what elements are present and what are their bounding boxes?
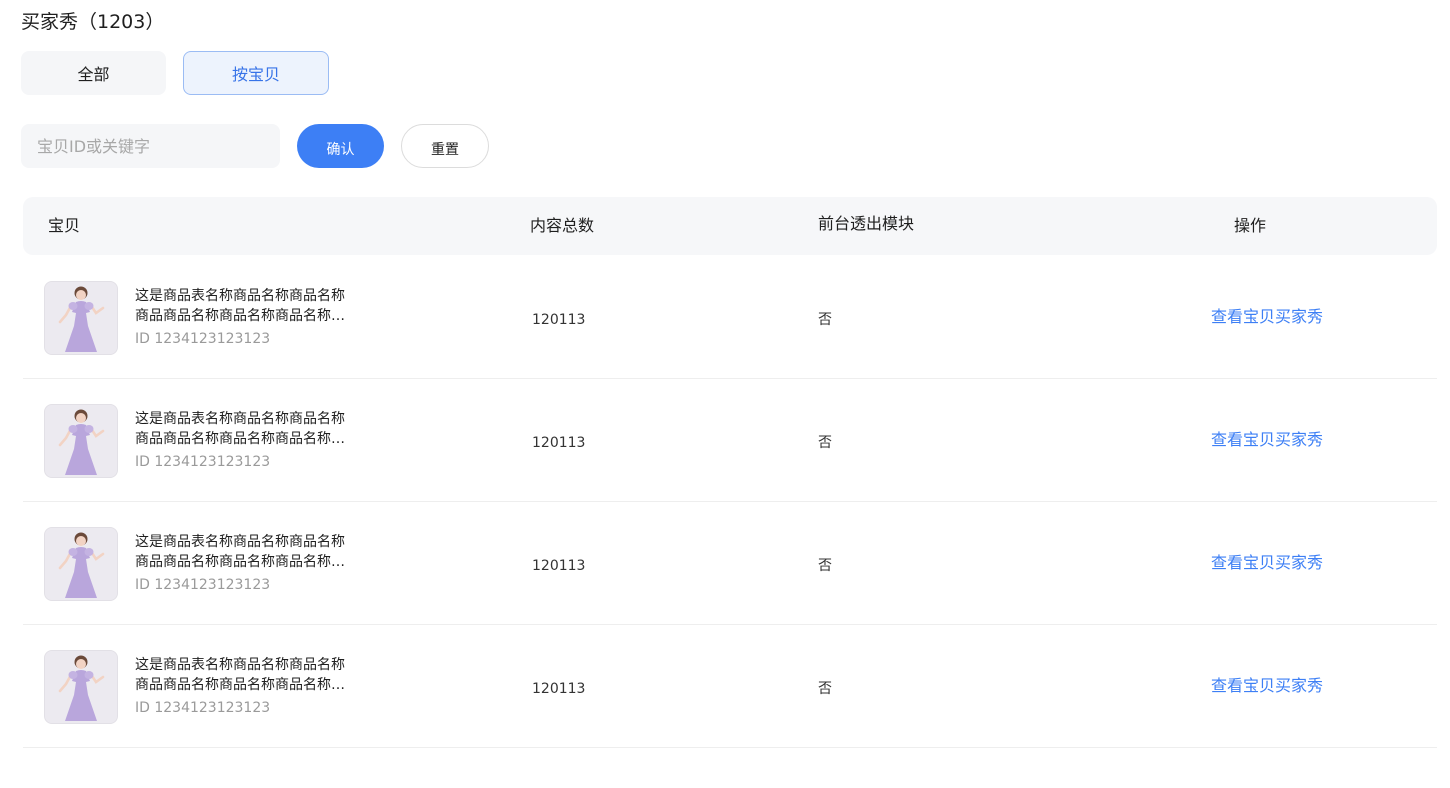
- frontend-module-status: 否: [818, 681, 832, 697]
- page-title: 买家秀（1203）: [21, 11, 165, 33]
- frontend-module-status: 否: [818, 558, 832, 574]
- view-buyer-show-link[interactable]: 查看宝贝买家秀: [1211, 306, 1323, 328]
- table-row: 这是商品表名称商品名称商品名称商品商品名称商品名称商品名称商品名称 ID 123…: [23, 625, 1437, 748]
- tab-by-item[interactable]: 按宝贝: [183, 51, 329, 95]
- view-buyer-show-link[interactable]: 查看宝贝买家秀: [1211, 675, 1323, 697]
- product-thumbnail[interactable]: [44, 527, 118, 601]
- view-buyer-show-link[interactable]: 查看宝贝买家秀: [1211, 552, 1323, 574]
- content-count: 120113: [532, 312, 586, 328]
- column-header-action: 操作: [1234, 216, 1267, 235]
- dress-model-icon: [45, 651, 117, 723]
- product-id: ID 1234123123123: [135, 331, 271, 347]
- product-thumbnail[interactable]: [44, 281, 118, 355]
- table-row: 这是商品表名称商品名称商品名称商品商品名称商品名称商品名称商品名称 ID 123…: [23, 256, 1437, 379]
- content-count: 120113: [532, 681, 586, 697]
- dress-model-icon: [45, 528, 117, 600]
- product-name: 这是商品表名称商品名称商品名称商品商品名称商品名称商品名称商品名称: [135, 411, 345, 447]
- content-count: 120113: [532, 435, 586, 451]
- column-header-module: 前台透出模块: [818, 214, 915, 233]
- table-header: 宝贝 内容总数 前台透出模块 操作: [23, 197, 1437, 255]
- product-id: ID 1234123123123: [135, 577, 271, 593]
- product-thumbnail[interactable]: [44, 404, 118, 478]
- dress-model-icon: [45, 405, 117, 477]
- table-row: 这是商品表名称商品名称商品名称商品商品名称商品名称商品名称商品名称 ID 123…: [23, 502, 1437, 625]
- product-id: ID 1234123123123: [135, 454, 271, 470]
- product-id: ID 1234123123123: [135, 700, 271, 716]
- product-thumbnail[interactable]: [44, 650, 118, 724]
- product-name: 这是商品表名称商品名称商品名称商品商品名称商品名称商品名称商品名称: [135, 534, 345, 570]
- confirm-button[interactable]: 确认: [297, 124, 384, 168]
- frontend-module-status: 否: [818, 435, 832, 451]
- search-input[interactable]: [21, 124, 280, 168]
- view-buyer-show-link[interactable]: 查看宝贝买家秀: [1211, 429, 1323, 451]
- content-count: 120113: [532, 558, 586, 574]
- frontend-module-status: 否: [818, 312, 832, 328]
- product-name: 这是商品表名称商品名称商品名称商品商品名称商品名称商品名称商品名称: [135, 288, 345, 324]
- column-header-item: 宝贝: [48, 216, 81, 235]
- dress-model-icon: [45, 282, 117, 354]
- table-row: 这是商品表名称商品名称商品名称商品商品名称商品名称商品名称商品名称 ID 123…: [23, 379, 1437, 502]
- product-name: 这是商品表名称商品名称商品名称商品商品名称商品名称商品名称商品名称: [135, 657, 345, 693]
- column-header-count: 内容总数: [530, 216, 595, 235]
- reset-button[interactable]: 重置: [401, 124, 489, 168]
- table-body: 这是商品表名称商品名称商品名称商品商品名称商品名称商品名称商品名称 ID 123…: [23, 256, 1437, 748]
- tab-all[interactable]: 全部: [21, 51, 166, 95]
